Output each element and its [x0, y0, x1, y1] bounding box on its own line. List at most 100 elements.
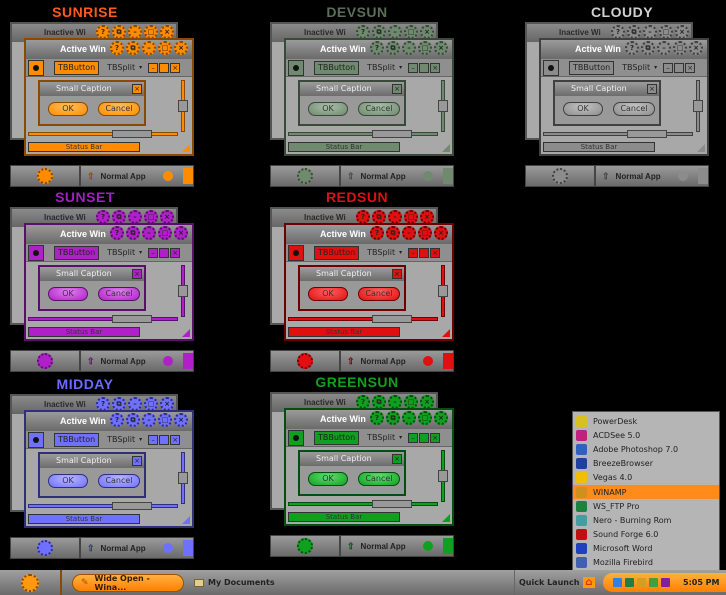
preview-task-button[interactable]: ⇧ Normal App [341, 353, 453, 369]
horizontal-scrollbar[interactable] [28, 315, 178, 323]
help-gear-icon[interactable]: ? [625, 41, 639, 55]
mdi-minimize-button[interactable]: – [148, 434, 159, 445]
resize-grip-icon[interactable] [697, 144, 705, 152]
ok-button[interactable]: OK [48, 287, 88, 301]
ok-button[interactable]: OK [48, 474, 88, 488]
maximize-gear-icon[interactable]: □ [418, 226, 432, 240]
mdi-restore-button[interactable] [419, 247, 430, 258]
scroll-thumb[interactable] [627, 130, 667, 138]
preview-task-button[interactable]: ⇧ Normal App [81, 353, 193, 369]
tb-split-button[interactable]: TBSplit [107, 435, 135, 444]
close-gear-icon[interactable]: × [434, 41, 448, 55]
help-gear-icon[interactable]: ? [110, 41, 124, 55]
tb-button[interactable]: TBButton [569, 60, 615, 75]
cancel-button[interactable]: Cancel [358, 102, 400, 116]
preview-start-button[interactable] [11, 538, 81, 558]
toolbar-icon-button[interactable] [288, 429, 304, 446]
tb-split-button[interactable]: TBSplit [107, 248, 135, 257]
maximize-gear-icon[interactable]: □ [418, 41, 432, 55]
scroll-thumb[interactable] [178, 472, 188, 484]
close-gear-icon[interactable]: × [160, 397, 174, 411]
tray-icon-3[interactable] [637, 578, 646, 587]
cancel-button[interactable]: Cancel [358, 287, 400, 301]
tb-split-button[interactable]: TBSplit [107, 63, 135, 72]
close-gear-icon[interactable]: × [174, 226, 188, 240]
minimize-gear-icon[interactable]: – [643, 25, 657, 39]
help-gear-icon[interactable]: ? [356, 395, 370, 409]
dialog-close-button[interactable]: × [132, 269, 142, 279]
restore-gear-icon[interactable]: ⧉ [372, 395, 386, 409]
mdi-close-button[interactable]: × [430, 247, 441, 258]
start-menu-item[interactable]: Mozilla Firebird [573, 556, 719, 570]
scroll-thumb[interactable] [178, 100, 188, 112]
mdi-minimize-button[interactable]: – [408, 247, 419, 258]
scroll-thumb[interactable] [178, 285, 188, 297]
dialog-close-button[interactable]: × [647, 84, 657, 94]
toolbar-icon-button[interactable] [288, 244, 304, 261]
dialog-close-button[interactable]: × [132, 84, 142, 94]
start-menu-item[interactable]: Microsoft Word [573, 542, 719, 556]
mdi-close-button[interactable]: × [170, 247, 181, 258]
mdi-close-button[interactable]: × [170, 62, 181, 73]
toolbar-icon-button[interactable] [28, 244, 44, 261]
mdi-minimize-button[interactable]: – [408, 432, 419, 443]
horizontal-scrollbar[interactable] [288, 315, 438, 323]
close-gear-icon[interactable]: × [174, 41, 188, 55]
maximize-gear-icon[interactable]: □ [144, 25, 158, 39]
mdi-close-button[interactable]: × [430, 432, 441, 443]
minimize-gear-icon[interactable]: – [388, 395, 402, 409]
tb-button[interactable]: TBButton [314, 245, 360, 260]
help-gear-icon[interactable]: ? [96, 25, 110, 39]
preview-task-button[interactable]: ⇧ Normal App [81, 168, 193, 184]
toolbar-icon-button[interactable] [28, 431, 44, 448]
close-gear-icon[interactable]: × [420, 395, 434, 409]
maximize-gear-icon[interactable]: □ [418, 411, 432, 425]
restore-gear-icon[interactable]: ⧉ [386, 226, 400, 240]
maximize-gear-icon[interactable]: □ [404, 25, 418, 39]
restore-gear-icon[interactable]: ⧉ [372, 25, 386, 39]
active-window[interactable]: Active Win ? ⧉ – □ × TBButton TBSplit ▾ – × … [24, 410, 194, 528]
dropdown-arrow-icon[interactable]: ▾ [399, 64, 402, 71]
tb-split-button[interactable]: TBSplit [367, 248, 395, 257]
ok-button[interactable]: OK [308, 102, 348, 116]
tray-icon-1[interactable] [613, 578, 622, 587]
mdi-restore-button[interactable] [159, 62, 170, 73]
active-window[interactable]: Active Win ? ⧉ – □ × TBButton TBSplit ▾ – × … [284, 38, 454, 156]
mdi-minimize-button[interactable]: – [408, 62, 419, 73]
resize-grip-icon[interactable] [442, 144, 450, 152]
dropdown-arrow-icon[interactable]: ▾ [139, 64, 142, 71]
start-menu-item[interactable]: ACDSee 5.0 [573, 428, 719, 442]
horizontal-scrollbar[interactable] [28, 130, 178, 138]
start-menu-item[interactable]: WINAMP [573, 484, 719, 500]
tb-split-button[interactable]: TBSplit [622, 63, 650, 72]
toolbar-icon-button[interactable] [543, 59, 559, 76]
cancel-button[interactable]: Cancel [613, 102, 655, 116]
dialog-close-button[interactable]: × [132, 456, 142, 466]
close-gear-icon[interactable]: × [675, 25, 689, 39]
cancel-button[interactable]: Cancel [358, 472, 400, 486]
close-gear-icon[interactable]: × [434, 411, 448, 425]
preview-task-button[interactable]: ⇧ Normal App [81, 540, 193, 556]
preview-task-button[interactable]: ⇧ Normal App [341, 538, 453, 554]
start-menu-item[interactable]: Adobe Photoshop 7.0 [573, 442, 719, 456]
resize-grip-icon[interactable] [182, 144, 190, 152]
maximize-gear-icon[interactable]: □ [673, 41, 687, 55]
restore-gear-icon[interactable]: ⧉ [126, 41, 140, 55]
close-gear-icon[interactable]: × [160, 25, 174, 39]
restore-gear-icon[interactable]: ⧉ [126, 226, 140, 240]
dropdown-arrow-icon[interactable]: ▾ [654, 64, 657, 71]
horizontal-scrollbar[interactable] [288, 500, 438, 508]
help-gear-icon[interactable]: ? [370, 226, 384, 240]
clock[interactable]: 5:05 PM [683, 578, 720, 587]
preview-start-button[interactable] [271, 351, 341, 371]
scroll-thumb[interactable] [112, 315, 152, 323]
preview-start-button[interactable] [271, 536, 341, 556]
tb-button[interactable]: TBButton [314, 60, 360, 75]
active-window[interactable]: Active Win ? ⧉ – □ × TBButton TBSplit ▾ – × … [284, 408, 454, 526]
scroll-thumb[interactable] [372, 130, 412, 138]
restore-gear-icon[interactable]: ⧉ [386, 411, 400, 425]
preview-start-button[interactable] [526, 166, 596, 186]
restore-gear-icon[interactable]: ⧉ [126, 413, 140, 427]
scroll-thumb[interactable] [372, 315, 412, 323]
start-menu-item[interactable]: Nero - Burning Rom [573, 513, 719, 527]
